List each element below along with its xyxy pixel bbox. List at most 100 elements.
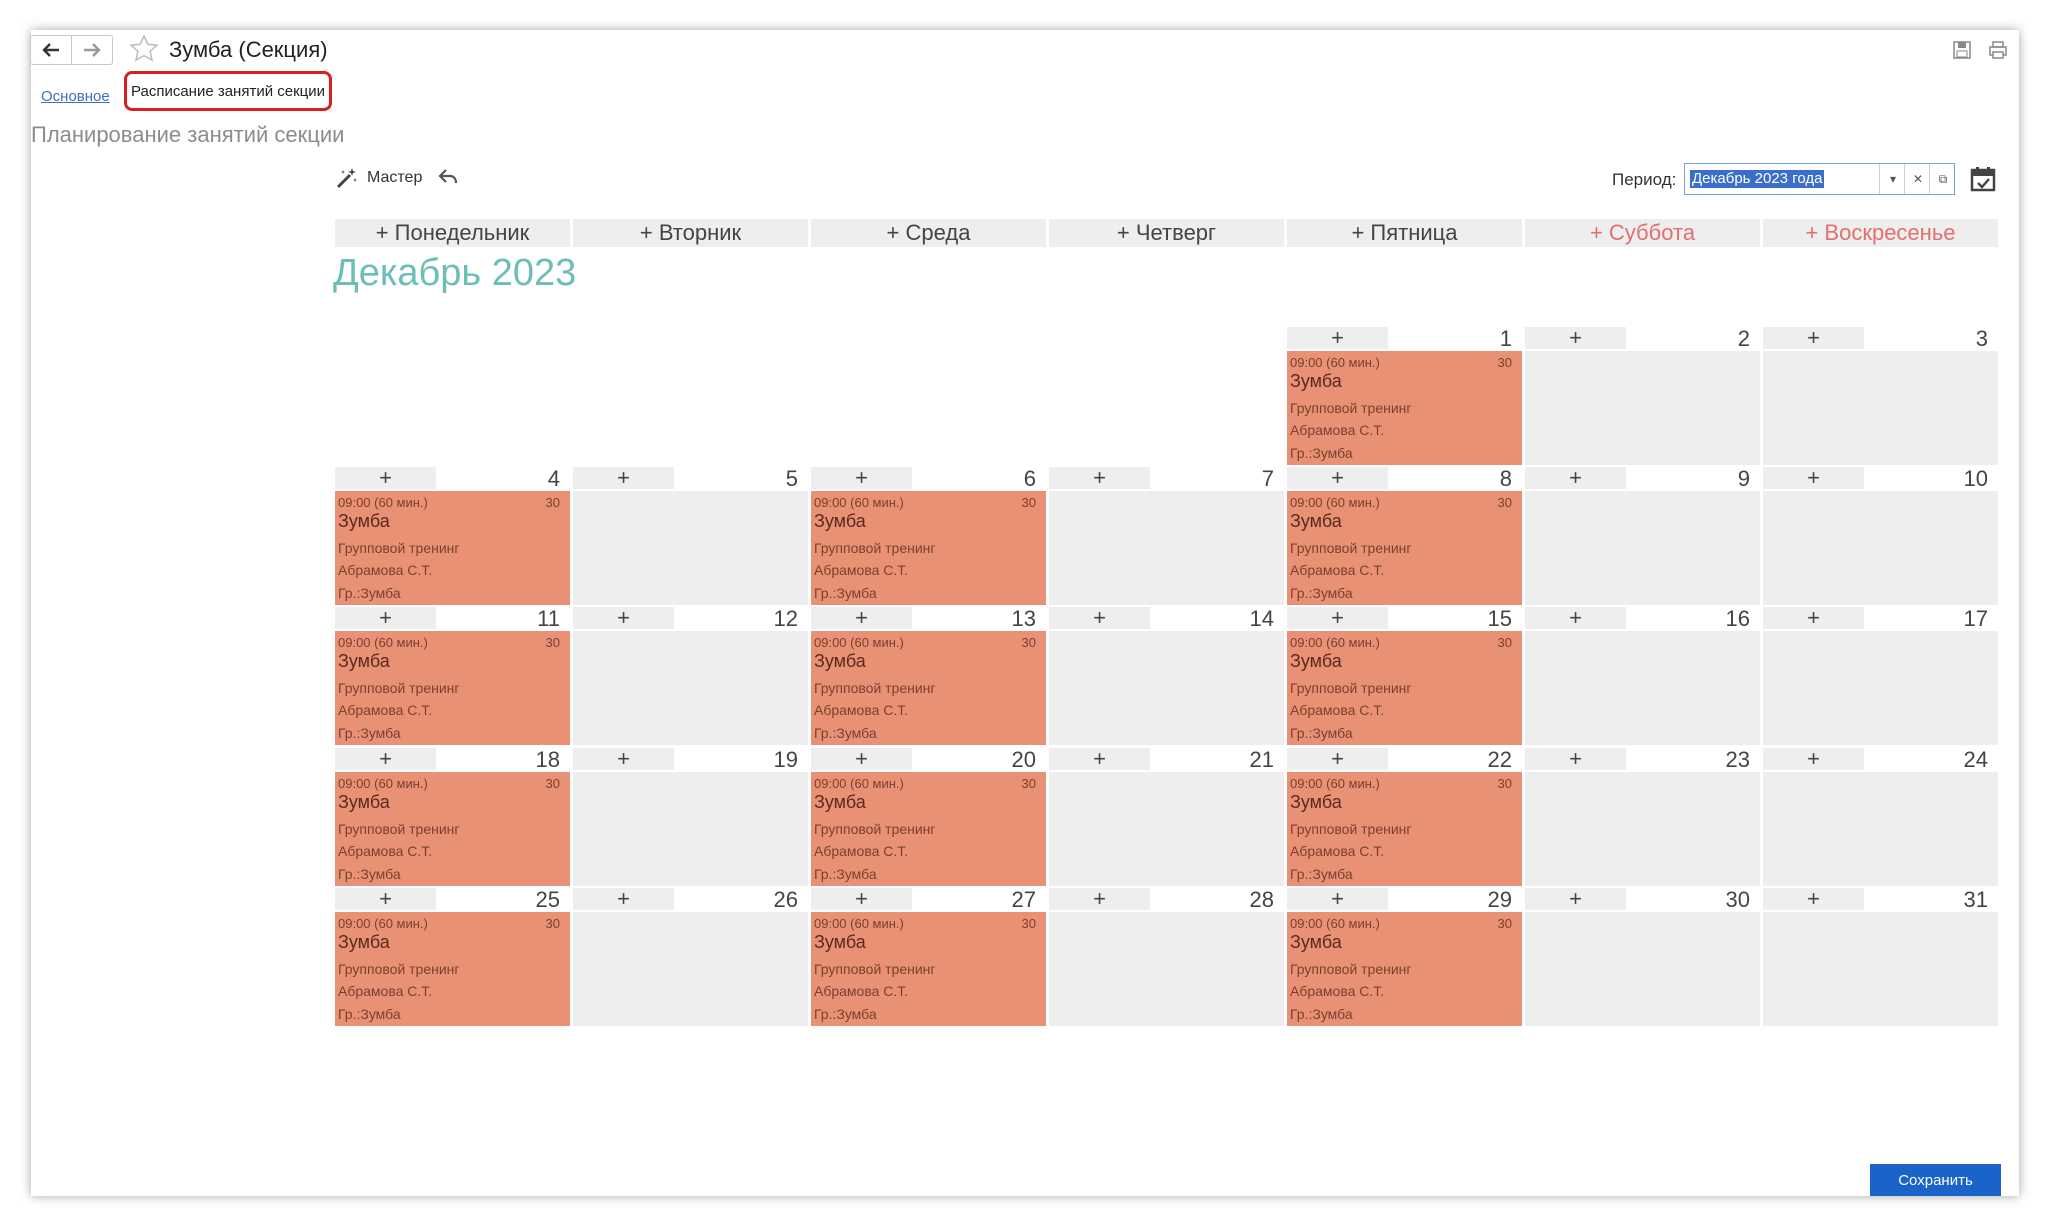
day-body[interactable] (1049, 631, 1284, 745)
day-cell[interactable]: +25 09:00 (60 мин.) 30 Зумба Групповой трени… (335, 886, 570, 1026)
add-event-button[interactable]: + (335, 465, 436, 490)
undo-button[interactable] (437, 166, 459, 193)
add-event-button[interactable]: + (1763, 325, 1864, 350)
day-body[interactable] (573, 631, 808, 745)
event-card[interactable]: 09:00 (60 мин.) 30 Зумба Групповой тренинг А… (811, 772, 1046, 886)
event-card[interactable]: 09:00 (60 мин.) 30 Зумба Групповой тренинг А… (1287, 772, 1522, 886)
day-cell[interactable]: +16 (1525, 605, 1760, 745)
day-cell[interactable]: +26 (573, 886, 808, 1026)
add-event-button[interactable]: + (1049, 465, 1150, 490)
add-event-button[interactable]: + (573, 465, 674, 490)
day-cell[interactable]: +31 (1763, 886, 1998, 1026)
day-cell[interactable]: +13 09:00 (60 мин.) 30 Зумба Групповой трени… (811, 605, 1046, 745)
add-event-button[interactable]: + (1525, 746, 1626, 771)
day-cell[interactable]: +10 (1763, 465, 1998, 605)
event-card[interactable]: 09:00 (60 мин.) 30 Зумба Групповой тренинг А… (335, 631, 570, 745)
add-event-button[interactable]: + (1287, 746, 1388, 771)
day-cell[interactable]: +30 (1525, 886, 1760, 1026)
add-event-button[interactable]: + (1525, 886, 1626, 911)
day-cell[interactable]: +3 (1763, 325, 1998, 465)
master-button[interactable]: Мастер (335, 166, 422, 190)
day-cell[interactable]: +23 (1525, 746, 1760, 886)
event-card[interactable]: 09:00 (60 мин.) 30 Зумба Групповой тренинг А… (1287, 491, 1522, 605)
event-card[interactable]: 09:00 (60 мин.) 30 Зумба Групповой тренинг А… (1287, 351, 1522, 465)
weekday-friday[interactable]: + Пятница (1287, 219, 1522, 247)
add-event-button[interactable]: + (1287, 325, 1388, 350)
period-dropdown-button[interactable]: ▾ (1879, 164, 1906, 194)
period-open-button[interactable]: ⧉ (1929, 164, 1956, 194)
add-event-button[interactable]: + (1525, 325, 1626, 350)
day-body[interactable] (573, 912, 808, 1026)
day-cell[interactable]: +9 (1525, 465, 1760, 605)
day-body[interactable] (1763, 772, 1998, 886)
add-event-button[interactable]: + (1763, 465, 1864, 490)
day-cell[interactable]: +17 (1763, 605, 1998, 745)
add-event-button[interactable]: + (811, 746, 912, 771)
day-body[interactable] (1763, 351, 1998, 465)
day-cell[interactable]: +18 09:00 (60 мин.) 30 Зумба Групповой трени… (335, 746, 570, 886)
add-event-button[interactable]: + (573, 886, 674, 911)
save-disk-icon[interactable] (1952, 40, 1972, 60)
add-event-button[interactable]: + (1049, 746, 1150, 771)
day-body[interactable] (1525, 772, 1760, 886)
day-body[interactable] (1049, 772, 1284, 886)
add-event-button[interactable]: + (1525, 465, 1626, 490)
day-cell[interactable]: +22 09:00 (60 мин.) 30 Зумба Групповой трени… (1287, 746, 1522, 886)
day-body[interactable] (1763, 912, 1998, 1026)
event-card[interactable]: 09:00 (60 мин.) 30 Зумба Групповой тренинг А… (335, 912, 570, 1026)
event-card[interactable]: 09:00 (60 мин.) 30 Зумба Групповой тренинг А… (811, 491, 1046, 605)
add-event-button[interactable]: + (1763, 746, 1864, 771)
day-cell[interactable]: +11 09:00 (60 мин.) 30 Зумба Групповой трени… (335, 605, 570, 745)
add-event-button[interactable]: + (335, 605, 436, 630)
day-cell[interactable]: +15 09:00 (60 мин.) 30 Зумба Групповой трени… (1287, 605, 1522, 745)
day-cell[interactable]: +1 09:00 (60 мин.) 30 Зумба Групповой тренин… (1287, 325, 1522, 465)
add-event-button[interactable]: + (1763, 605, 1864, 630)
save-button[interactable]: Сохранить (1870, 1164, 2001, 1196)
day-cell[interactable]: +20 09:00 (60 мин.) 30 Зумба Групповой трени… (811, 746, 1046, 886)
day-cell[interactable]: +4 09:00 (60 мин.) 30 Зумба Групповой тренин… (335, 465, 570, 605)
event-card[interactable]: 09:00 (60 мин.) 30 Зумба Групповой тренинг А… (335, 491, 570, 605)
weekday-saturday[interactable]: + Суббота (1525, 219, 1760, 247)
day-body[interactable] (573, 491, 808, 605)
day-body[interactable] (1049, 912, 1284, 1026)
day-body[interactable] (1763, 491, 1998, 605)
add-event-button[interactable]: + (1287, 886, 1388, 911)
day-body[interactable] (1049, 491, 1284, 605)
day-cell[interactable]: +8 09:00 (60 мин.) 30 Зумба Групповой тренин… (1287, 465, 1522, 605)
add-event-button[interactable]: + (1049, 605, 1150, 630)
period-input[interactable]: Декабрь 2023 года ▾ ✕ ⧉ (1684, 163, 1955, 195)
day-cell[interactable]: +29 09:00 (60 мин.) 30 Зумба Групповой трени… (1287, 886, 1522, 1026)
day-body[interactable] (1763, 631, 1998, 745)
add-event-button[interactable]: + (335, 746, 436, 771)
add-event-button[interactable]: + (1287, 465, 1388, 490)
event-card[interactable]: 09:00 (60 мин.) 30 Зумба Групповой тренинг А… (811, 631, 1046, 745)
day-cell[interactable]: +24 (1763, 746, 1998, 886)
forward-button[interactable] (71, 36, 112, 64)
tab-schedule[interactable]: Расписание занятий секции (124, 71, 332, 111)
tab-main[interactable]: Основное (41, 88, 110, 105)
day-body[interactable] (1525, 491, 1760, 605)
print-icon[interactable] (1988, 40, 2008, 60)
add-event-button[interactable]: + (1287, 605, 1388, 630)
day-cell[interactable]: +27 09:00 (60 мин.) 30 Зумба Групповой трени… (811, 886, 1046, 1026)
day-cell[interactable]: +12 (573, 605, 808, 745)
event-card[interactable]: 09:00 (60 мин.) 30 Зумба Групповой тренинг А… (1287, 631, 1522, 745)
period-clear-button[interactable]: ✕ (1904, 164, 1931, 194)
day-body[interactable] (1525, 912, 1760, 1026)
day-cell[interactable]: +14 (1049, 605, 1284, 745)
day-cell[interactable]: +19 (573, 746, 808, 886)
calendar-button[interactable] (1970, 166, 1996, 197)
day-cell[interactable]: +6 09:00 (60 мин.) 30 Зумба Групповой тренин… (811, 465, 1046, 605)
add-event-button[interactable]: + (1525, 605, 1626, 630)
day-cell[interactable]: +5 (573, 465, 808, 605)
favorite-star-icon[interactable] (129, 34, 159, 64)
weekday-sunday[interactable]: + Воскресенье (1763, 219, 1998, 247)
add-event-button[interactable]: + (811, 605, 912, 630)
add-event-button[interactable]: + (811, 465, 912, 490)
day-body[interactable] (1525, 351, 1760, 465)
event-card[interactable]: 09:00 (60 мин.) 30 Зумба Групповой тренинг А… (1287, 912, 1522, 1026)
add-event-button[interactable]: + (1763, 886, 1864, 911)
add-event-button[interactable]: + (573, 746, 674, 771)
back-button[interactable] (31, 36, 71, 64)
day-body[interactable] (573, 772, 808, 886)
